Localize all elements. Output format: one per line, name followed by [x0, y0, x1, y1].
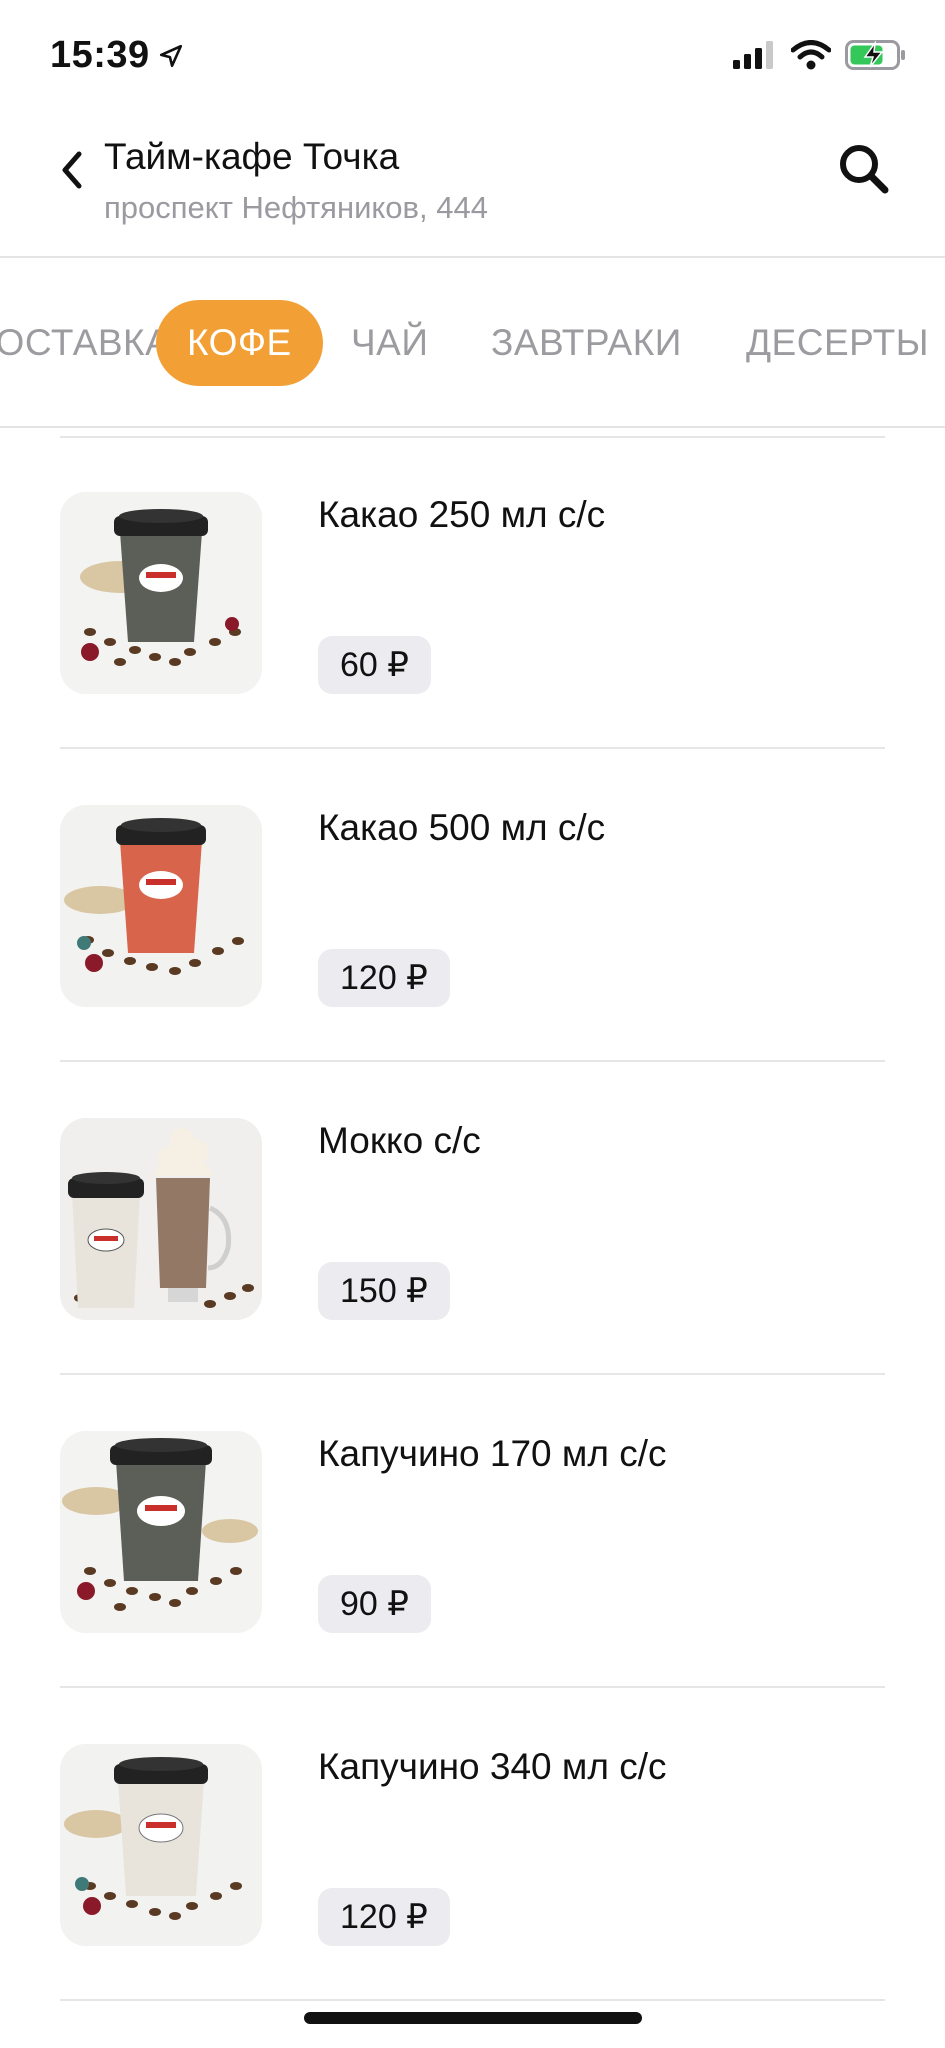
- menu-item[interactable]: Мокко с/с 150 ₽: [0, 1062, 945, 1375]
- status-icons: [733, 40, 907, 70]
- menu-item[interactable]: Капучино 170 мл с/с 90 ₽: [0, 1375, 945, 1688]
- home-indicator[interactable]: [304, 2012, 642, 2024]
- status-time: 15:39: [50, 34, 184, 77]
- product-image: [60, 805, 262, 1007]
- item-name: Какао 250 мл с/с: [318, 494, 606, 535]
- search-button[interactable]: [829, 134, 899, 204]
- price-badge: 120 ₽: [318, 1888, 450, 1946]
- location-arrow-icon: [159, 44, 182, 67]
- tab-tea[interactable]: ЧАЙ: [351, 300, 428, 386]
- category-tabs: ДОСТАВКА КОФЕ ЧАЙ ЗАВТРАКИ ДЕСЕРТЫ: [0, 258, 945, 428]
- tab-breakfast[interactable]: ЗАВТРАКИ: [491, 300, 682, 386]
- header: Тайм-кафе Точка проспект Нефтяников, 444: [0, 110, 945, 258]
- menu-item[interactable]: Какао 250 мл с/с 60 ₽: [0, 436, 945, 749]
- search-icon: [840, 145, 889, 194]
- back-button[interactable]: [50, 140, 94, 200]
- item-name: Капучино 340 мл с/с: [318, 1746, 667, 1787]
- price-badge: 150 ₽: [318, 1262, 450, 1320]
- status-bar: 15:39: [0, 0, 945, 110]
- tab-coffee[interactable]: КОФЕ: [156, 300, 323, 386]
- item-name: Капучино 170 мл с/с: [318, 1433, 667, 1474]
- product-image: [60, 1431, 262, 1633]
- divider: [60, 1999, 885, 2001]
- price-badge: 60 ₽: [318, 636, 431, 694]
- chevron-left-icon: [62, 151, 82, 189]
- product-image: [60, 1744, 262, 1946]
- cellular-signal-icon: [733, 41, 773, 69]
- item-name: Мокко с/с: [318, 1120, 481, 1161]
- product-image: [60, 1118, 262, 1320]
- clock-text: 15:39: [50, 34, 150, 76]
- menu-item[interactable]: Капучино 340 мл с/с 120 ₽: [0, 1688, 945, 2001]
- menu-item[interactable]: Какао 500 мл с/с 120 ₽: [0, 749, 945, 1062]
- battery-charging-icon: [845, 40, 905, 70]
- wifi-icon: [791, 40, 831, 70]
- price-badge: 90 ₽: [318, 1575, 431, 1633]
- page-title: Тайм-кафе Точка: [104, 136, 400, 177]
- product-image: [60, 492, 262, 694]
- page-subtitle-address: проспект Нефтяников, 444: [104, 190, 488, 225]
- item-name: Какао 500 мл с/с: [318, 807, 606, 848]
- price-badge: 120 ₽: [318, 949, 450, 1007]
- tab-delivery[interactable]: ДОСТАВКА: [0, 300, 170, 386]
- tab-desserts[interactable]: ДЕСЕРТЫ: [746, 300, 929, 386]
